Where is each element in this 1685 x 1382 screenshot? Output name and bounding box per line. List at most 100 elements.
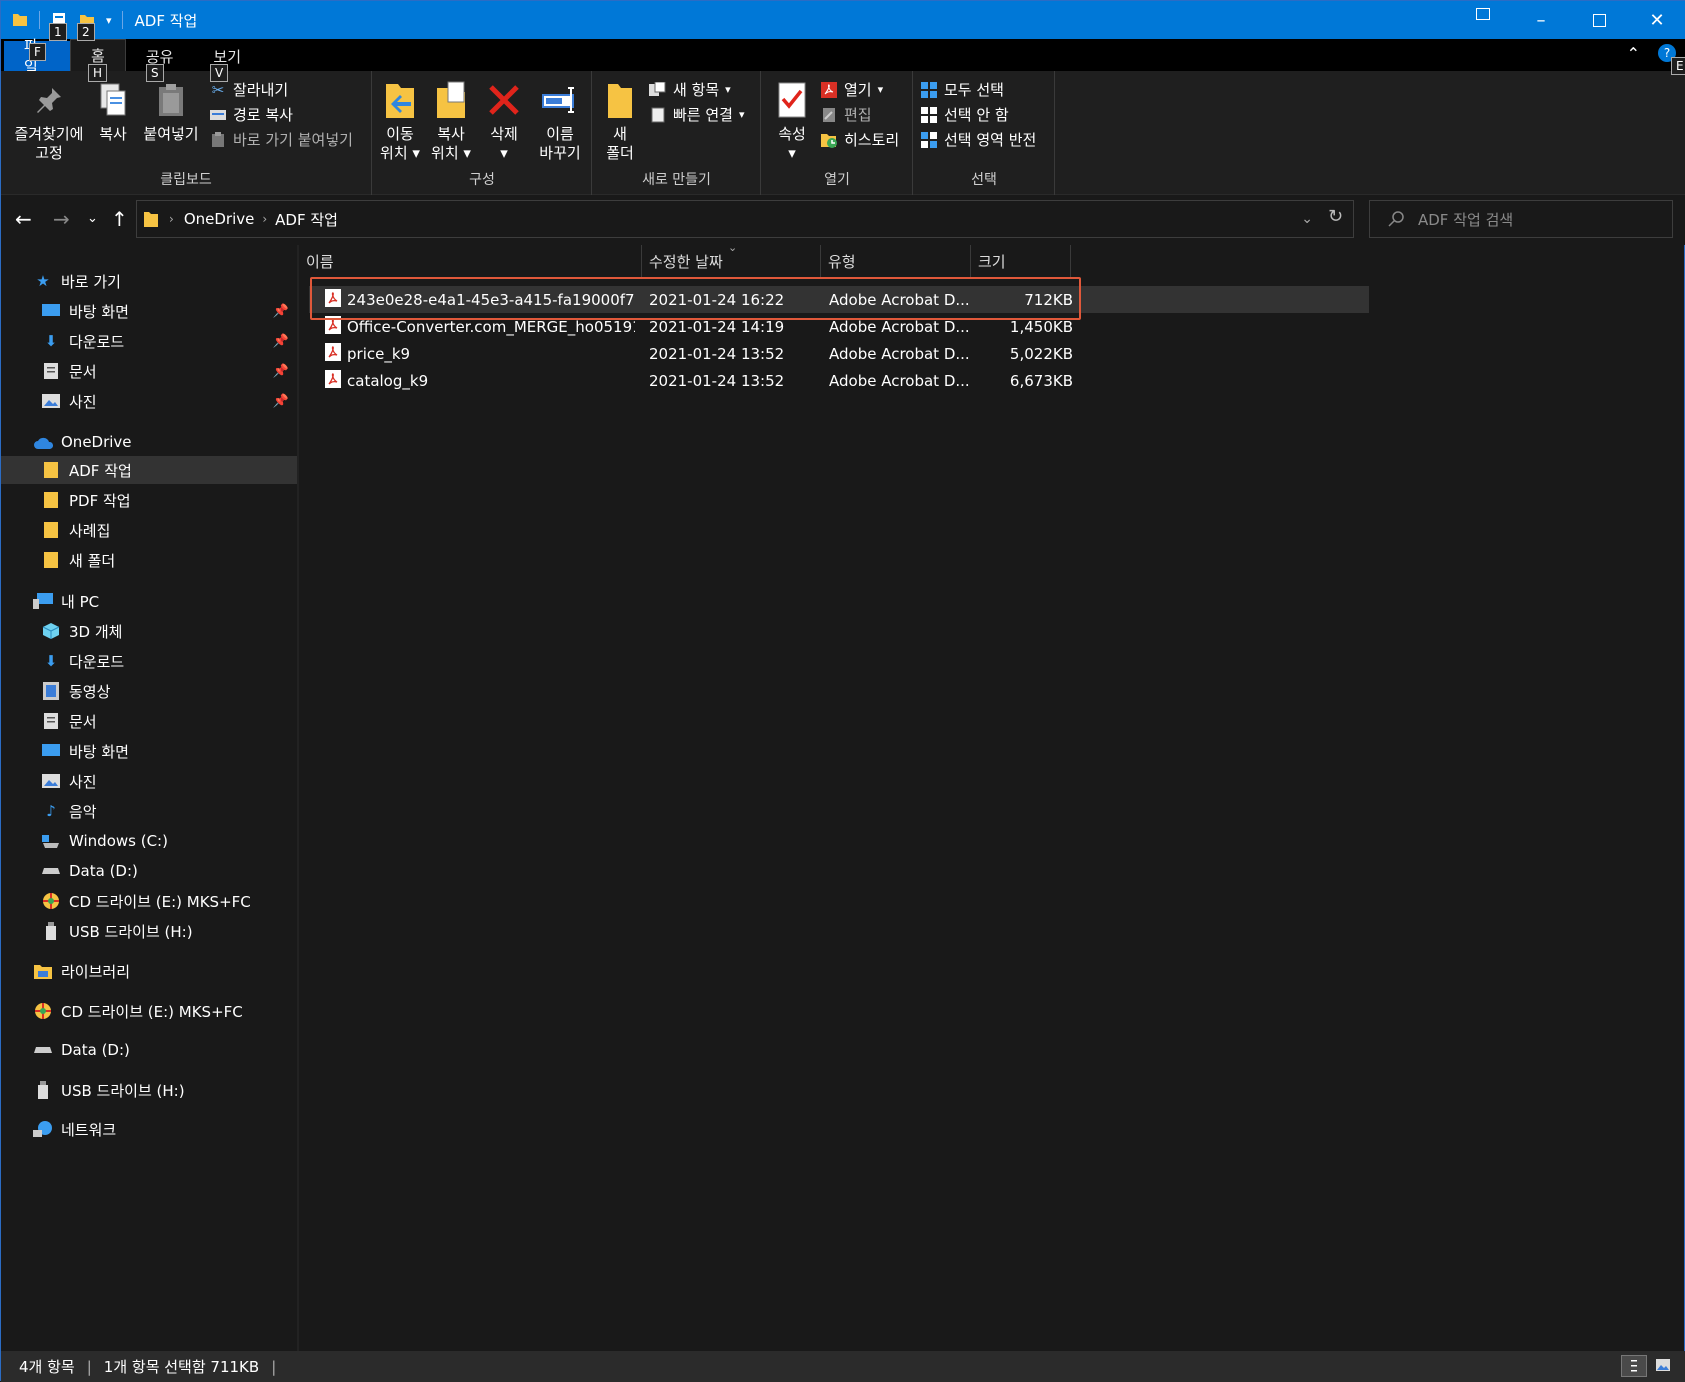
nav-od-casebook[interactable]: 사례집 <box>1 516 297 544</box>
search-placeholder[interactable]: ADF 작업 검색 <box>1418 209 1513 230</box>
window-title: ADF 작업 <box>134 11 198 30</box>
cut-button[interactable]: ✂ 잘라내기 <box>209 79 289 100</box>
refresh-icon[interactable]: ↻ <box>1328 206 1343 227</box>
easy-access-button[interactable]: 빠른 연결 ▾ <box>649 104 745 125</box>
new-folder-label-1: 새 <box>613 125 627 143</box>
delete-button[interactable]: 삭제 ▾ <box>481 79 527 163</box>
file-row[interactable]: catalog_k9 2021-01-24 13:52 Adobe Acroba… <box>309 367 1369 394</box>
minimize-button[interactable]: – <box>1512 1 1570 39</box>
large-icons-view-button[interactable] <box>1651 1355 1677 1377</box>
select-all-button[interactable]: 모두 선택 <box>920 79 1004 100</box>
nav-od-pdf[interactable]: PDF 작업 <box>1 486 297 514</box>
breadcrumb-chevron-icon[interactable]: › <box>262 212 267 226</box>
new-item-button[interactable]: 새 항목 ▾ <box>649 79 731 100</box>
back-arrow-icon[interactable]: ← <box>15 207 32 231</box>
recent-locations-chevron-icon[interactable]: ⌄ <box>87 211 98 226</box>
copy-button[interactable]: 복사 <box>89 79 137 144</box>
nav-onedrive[interactable]: OneDrive <box>1 428 297 456</box>
address-path[interactable]: › OneDrive › ADF 작업 ⌄ <box>136 200 1354 238</box>
select-none-icon <box>920 106 938 124</box>
breadcrumb-chevron-icon[interactable]: › <box>169 212 174 226</box>
pin-to-quick-access-button[interactable]: 즐겨찾기에 고정 <box>7 79 91 163</box>
document-icon <box>41 362 61 380</box>
title-bar: ▾ ADF 작업 – ✕ <box>1 1 1685 39</box>
move-to-label-1: 이동 <box>386 125 414 143</box>
rename-button[interactable]: 이름 바꾸기 <box>531 79 589 163</box>
pin-icon[interactable]: 📌 <box>273 394 289 409</box>
file-row[interactable]: price_k9 2021-01-24 13:52 Adobe Acrobat … <box>309 340 1369 367</box>
breadcrumb-current[interactable]: ADF 작업 <box>275 209 338 230</box>
nav-pc-3d[interactable]: 3D 개체 <box>1 617 297 645</box>
history-button[interactable]: 히스토리 <box>820 129 899 150</box>
nav-pc-pictures[interactable]: 사진 <box>1 767 297 795</box>
download-arrow-icon: ⬇ <box>44 652 58 670</box>
nav-pc-videos[interactable]: 동영상 <box>1 677 297 705</box>
desktop-icon <box>41 742 61 760</box>
customize-quick-access-icon[interactable]: ▾ <box>106 14 112 27</box>
new-folder-button[interactable]: 새 폴더 <box>597 79 643 163</box>
column-header-modified[interactable]: 수정한 날짜 ⌄ <box>642 241 821 277</box>
pin-icon[interactable]: 📌 <box>273 364 289 379</box>
delete-dropdown-icon[interactable]: ▾ <box>481 144 527 163</box>
collapse-ribbon-icon[interactable]: ⌃ <box>1627 44 1640 63</box>
properties-dropdown-icon[interactable]: ▾ <box>766 144 818 163</box>
nav-network[interactable]: 네트워크 <box>1 1115 297 1143</box>
paste-button[interactable]: 붙여넣기 <box>137 79 205 144</box>
new-item-label: 새 항목 <box>673 81 720 99</box>
move-to-button[interactable]: 이동 위치 ▾ <box>375 79 425 163</box>
nav-pc-data-d[interactable]: Data (D:) <box>1 857 297 885</box>
nav-cd-e[interactable]: CD 드라이브 (E:) MKS+FC <box>1 997 297 1025</box>
nav-label: 새 폴더 <box>69 551 116 570</box>
nav-pc-music[interactable]: ♪ 음악 <box>1 797 297 825</box>
nav-pc-usb-h[interactable]: USB 드라이브 (H:) <box>1 917 297 945</box>
nav-label: ADF 작업 <box>69 461 132 480</box>
window-snap-icon[interactable] <box>1476 8 1490 20</box>
nav-qa-pictures[interactable]: 사진 📌 <box>1 387 297 415</box>
scissors-icon: ✂ <box>211 80 225 99</box>
copy-path-button[interactable]: 경로 복사 <box>209 104 293 125</box>
folder-icon <box>41 491 61 509</box>
select-none-button[interactable]: 선택 안 함 <box>920 104 1009 125</box>
desktop-icon <box>41 302 61 320</box>
edit-button[interactable]: 편집 <box>820 104 872 125</box>
column-header-name[interactable]: 이름 <box>299 245 642 277</box>
nav-qa-desktop[interactable]: 바탕 화면 📌 <box>1 297 297 325</box>
document-icon <box>41 712 61 730</box>
nav-qa-documents[interactable]: 문서 📌 <box>1 357 297 385</box>
invert-selection-button[interactable]: 선택 영역 반전 <box>920 129 1036 150</box>
breadcrumb-onedrive[interactable]: OneDrive <box>184 210 255 228</box>
up-arrow-icon[interactable]: ↑ <box>111 207 128 231</box>
easy-access-label: 빠른 연결 <box>673 106 733 124</box>
maximize-button[interactable] <box>1570 1 1628 39</box>
pin-icon[interactable]: 📌 <box>273 304 289 319</box>
select-all-label: 모두 선택 <box>944 81 1004 99</box>
nav-pc-desktop[interactable]: 바탕 화면 <box>1 737 297 765</box>
close-button[interactable]: ✕ <box>1628 1 1685 39</box>
pin-icon[interactable]: 📌 <box>273 334 289 349</box>
properties-button[interactable]: 속성 ▾ <box>766 79 818 163</box>
column-header-type[interactable]: 유형 <box>821 245 971 277</box>
nav-quick-access[interactable]: ★ 바로 가기 <box>1 267 297 295</box>
nav-libraries[interactable]: 라이브러리 <box>1 957 297 985</box>
nav-od-adf[interactable]: ADF 작업 <box>1 456 297 484</box>
paste-shortcut-button[interactable]: 바로 가기 붙여넣기 <box>209 129 353 150</box>
nav-label: Data (D:) <box>61 1041 130 1059</box>
forward-arrow-icon[interactable]: → <box>53 207 70 231</box>
nav-label: 사례집 <box>69 521 111 540</box>
select-all-icon <box>920 81 938 99</box>
details-view-button[interactable] <box>1621 1355 1647 1377</box>
search-box[interactable]: ADF 작업 검색 <box>1369 200 1673 238</box>
nav-this-pc[interactable]: 내 PC <box>1 587 297 615</box>
open-button[interactable]: 열기 ▾ <box>820 79 883 100</box>
nav-pc-cd-e[interactable]: CD 드라이브 (E:) MKS+FC <box>1 887 297 915</box>
nav-data-d[interactable]: Data (D:) <box>1 1036 297 1064</box>
address-dropdown-icon[interactable]: ⌄ <box>1301 211 1313 227</box>
nav-pc-downloads[interactable]: ⬇ 다운로드 <box>1 647 297 675</box>
nav-pc-windows-c[interactable]: Windows (C:) <box>1 827 297 855</box>
nav-usb-h[interactable]: USB 드라이브 (H:) <box>1 1076 297 1104</box>
nav-qa-downloads[interactable]: ⬇ 다운로드 📌 <box>1 327 297 355</box>
copy-to-button[interactable]: 복사 위치 ▾ <box>425 79 477 163</box>
column-header-size[interactable]: 크기 <box>971 245 1071 277</box>
nav-pc-documents[interactable]: 문서 <box>1 707 297 735</box>
nav-od-newfolder[interactable]: 새 폴더 <box>1 546 297 574</box>
